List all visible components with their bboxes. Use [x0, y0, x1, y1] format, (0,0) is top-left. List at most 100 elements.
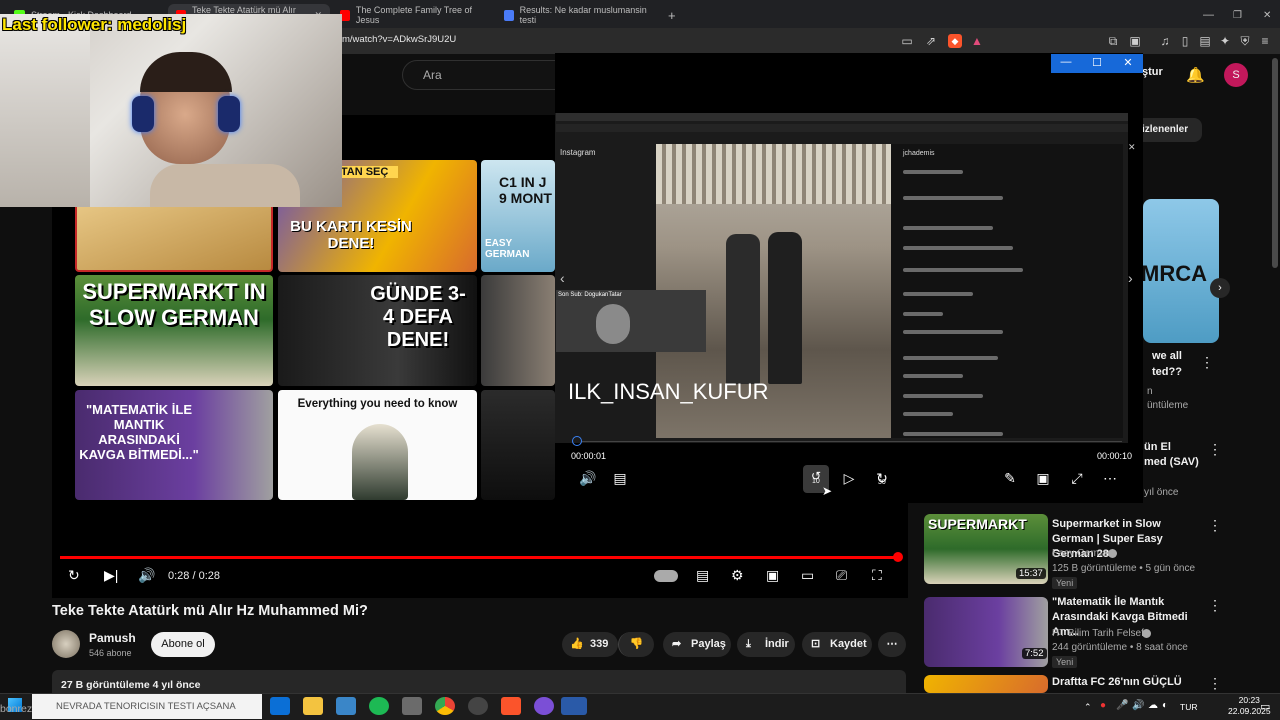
progress-bar[interactable] — [60, 556, 900, 559]
fullscreen-icon[interactable]: ⛶ — [872, 567, 882, 584]
shelf-next-icon[interactable]: › — [1210, 278, 1230, 298]
more-options-icon[interactable]: ⋮ — [1208, 441, 1222, 458]
spotify-icon[interactable] — [369, 697, 389, 715]
network-icon[interactable]: ☁ — [1148, 700, 1158, 711]
end-screen-thumb[interactable] — [75, 200, 273, 272]
tray-app-icon[interactable]: ● — [1100, 700, 1106, 711]
create-button-label[interactable]: ştur — [1142, 66, 1163, 78]
speaker-icon[interactable]: 🔊 — [1132, 700, 1144, 711]
sidebar-icon[interactable]: ▯ — [1178, 34, 1192, 48]
scrollbar[interactable] — [1272, 58, 1278, 268]
store-icon[interactable] — [336, 697, 356, 715]
next-icon[interactable]: ▶| — [104, 567, 118, 584]
music-icon[interactable]: ♫ — [1158, 34, 1172, 48]
sidebar-partial-title[interactable]: ün El — [1144, 441, 1171, 453]
sidebar-partial-title[interactable]: we all — [1152, 350, 1182, 362]
popup-edit-icon[interactable]: ✎ — [999, 470, 1021, 487]
more-options-icon[interactable]: ⋮ — [1208, 597, 1222, 614]
cast-icon[interactable]: ▭ — [900, 34, 914, 48]
obs-icon[interactable] — [468, 697, 488, 715]
sidebar-channel[interactable]: Easy German — [1052, 548, 1113, 559]
brave-rewards-icon[interactable]: ▲ — [970, 34, 984, 48]
notifications-icon[interactable]: ▭ — [1260, 700, 1270, 713]
menu-icon[interactable]: ≡ — [1258, 34, 1272, 48]
end-screen-thumb[interactable]: "MATEMATİK İLE MANTIK ARASINDAKİ KAVGA B… — [75, 390, 273, 500]
end-screen-thumb[interactable] — [481, 390, 555, 500]
share-button[interactable]: ➦ Paylaş — [663, 632, 731, 657]
sidebar-video-title[interactable]: Draftta FC 26'nın GÜÇLÜ — [1052, 675, 1202, 690]
end-screen-thumb[interactable]: C1 IN J 9 MONT EASY GERMAN — [481, 160, 555, 272]
input-language[interactable]: TUR — [1180, 702, 1197, 712]
chip-most-watched[interactable]: izlenenler — [1136, 118, 1202, 142]
sidebar-thumb-draft[interactable] — [924, 675, 1048, 693]
search-input[interactable]: Ara — [402, 60, 562, 90]
vpn-icon[interactable]: ⛨ — [1238, 34, 1252, 48]
more-options-icon[interactable]: ⋮ — [1208, 675, 1222, 692]
tray-chevron-icon[interactable]: ⌃ — [1084, 702, 1092, 713]
subscribe-button[interactable]: Abone ol — [151, 632, 215, 657]
end-screen-thumb[interactable]: GÜNDE 3-4 DEFA DENE! — [278, 275, 477, 386]
brave-shield-icon[interactable]: ◆ — [948, 34, 962, 48]
download-button[interactable]: ⤓ İndir — [737, 632, 795, 657]
end-screen-thumb[interactable]: Everything you need to know — [278, 390, 477, 500]
tab-search-icon[interactable]: ▣ — [1128, 34, 1142, 48]
chrome-icon[interactable] — [435, 697, 455, 715]
account-avatar[interactable]: S — [1224, 63, 1248, 87]
channel-avatar[interactable] — [52, 630, 80, 658]
skip-forward-30-button[interactable]: ↻ 30 — [871, 470, 893, 487]
settings-gear-icon[interactable]: ⚙ — [731, 567, 744, 584]
notifications-bell-icon[interactable]: 🔔 — [1186, 66, 1205, 84]
save-button[interactable]: ⊡ Kaydet — [802, 632, 872, 657]
new-tab-button[interactable]: + — [660, 4, 684, 26]
popup-progress-track[interactable] — [582, 441, 1122, 442]
edge-icon[interactable] — [270, 697, 290, 715]
end-screen-thumb[interactable] — [481, 275, 555, 386]
brave-icon[interactable] — [501, 697, 521, 715]
extensions-icon[interactable]: ⧉ — [1106, 34, 1120, 48]
end-screen-thumb[interactable]: SUPERMARKT IN SLOW GERMAN — [75, 275, 273, 386]
popup-pip-icon[interactable]: ▣ — [1032, 470, 1054, 487]
theater-mode-icon[interactable]: ▭ — [801, 567, 814, 584]
share-icon[interactable]: ⇗ — [924, 34, 938, 48]
cast-icon[interactable]: ⎚ — [836, 567, 847, 584]
replay-icon[interactable]: ↻ — [68, 567, 80, 584]
more-actions-icon[interactable]: ⋯ — [878, 632, 906, 657]
popup-captions-icon[interactable]: ▤ — [609, 470, 631, 487]
active-app-icon[interactable] — [561, 697, 587, 715]
progress-scrubber[interactable] — [893, 552, 903, 562]
more-options-icon[interactable]: ⋮ — [1200, 354, 1214, 371]
app-icon[interactable] — [534, 697, 554, 715]
popup-minimize-button[interactable]: — — [1051, 56, 1081, 68]
sidebar-partial-title[interactable]: med (SAV) — [1144, 456, 1199, 468]
sidebar-partial-title[interactable]: ted?? — [1152, 366, 1182, 378]
volume-tray-icon[interactable]: ◐ — [1162, 700, 1168, 711]
taskbar-search-input[interactable]: NEVRADA TENORICISIN TESTI AÇSANA — [32, 694, 262, 719]
sidebar-channel[interactable]: HT Bilim Tarih Felsefe — [1052, 628, 1149, 639]
popup-close-button[interactable]: ✕ — [1113, 56, 1143, 69]
popup-volume-icon[interactable]: 🔊 — [577, 470, 599, 487]
autoplay-toggle[interactable] — [654, 570, 678, 582]
description-box[interactable]: 27 B görüntüleme 4 yıl önce — [52, 670, 906, 694]
file-explorer-icon[interactable] — [303, 697, 323, 715]
tab-results[interactable]: Results: Ne kadar muslumansin testi — [496, 4, 656, 26]
popup-scrubber[interactable] — [572, 436, 582, 446]
calculator-icon[interactable] — [402, 697, 422, 715]
microphone-icon[interactable]: 🎤 — [1116, 700, 1128, 711]
sidebar-top-thumb[interactable]: MRCA — [1143, 199, 1219, 343]
popup-expand-icon[interactable]: ⤢ — [1066, 470, 1088, 487]
url-field[interactable]: m/watch?v=ADkwSrJ9U2U — [342, 34, 456, 45]
popup-play-button[interactable]: ▷ — [838, 470, 860, 487]
close-window-icon[interactable]: ✕ — [1255, 4, 1279, 26]
channel-name[interactable]: Pamush — [89, 631, 136, 645]
popup-more-icon[interactable]: ⋯ — [1099, 470, 1121, 487]
more-options-icon[interactable]: ⋮ — [1208, 517, 1222, 534]
like-button[interactable]: 👍 339 — [562, 632, 618, 657]
popup-maximize-button[interactable]: ☐ — [1082, 56, 1112, 69]
maximize-window-icon[interactable]: ❐ — [1225, 4, 1250, 26]
tab-family-tree[interactable]: The Complete Family Tree of Jesus — [332, 4, 492, 26]
volume-icon[interactable]: 🔊 — [138, 567, 155, 584]
minimize-window-icon[interactable]: — — [1195, 4, 1222, 26]
dislike-button[interactable]: 👎 — [618, 632, 654, 657]
miniplayer-icon[interactable]: ▣ — [766, 567, 779, 584]
subtitles-icon[interactable]: ▤ — [696, 567, 709, 584]
